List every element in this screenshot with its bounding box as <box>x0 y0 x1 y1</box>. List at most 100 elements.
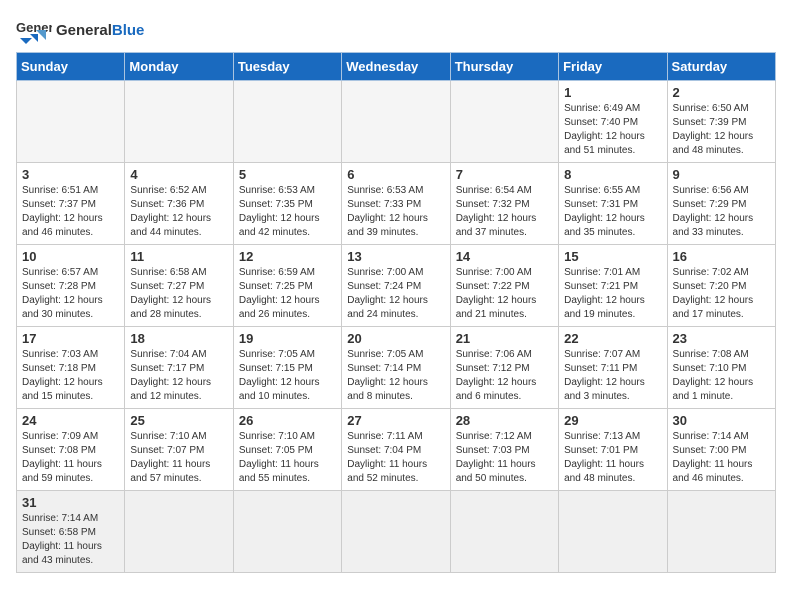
day-number: 6 <box>347 167 444 182</box>
day-cell: 2 Sunrise: 6:50 AM Sunset: 7:39 PM Daylig… <box>667 81 775 163</box>
day-number: 2 <box>673 85 770 100</box>
day-cell <box>450 491 558 573</box>
day-number: 20 <box>347 331 444 346</box>
day-number: 28 <box>456 413 553 428</box>
day-cell <box>559 491 667 573</box>
week-row-4: 17 Sunrise: 7:03 AM Sunset: 7:18 PM Dayli… <box>17 327 776 409</box>
day-info: Sunrise: 7:09 AM Sunset: 7:08 PM Dayligh… <box>22 430 119 486</box>
day-cell: 21 Sunrise: 7:06 AM Sunset: 7:12 PM Dayli… <box>450 327 558 409</box>
day-info: Sunrise: 7:05 AM Sunset: 7:15 PM Dayligh… <box>239 348 336 404</box>
day-number: 4 <box>130 167 227 182</box>
weekday-header-saturday: Saturday <box>667 53 775 81</box>
day-cell: 12 Sunrise: 6:59 AM Sunset: 7:25 PM Dayli… <box>233 245 341 327</box>
day-cell <box>125 81 233 163</box>
day-cell: 5 Sunrise: 6:53 AM Sunset: 7:35 PM Daylig… <box>233 163 341 245</box>
day-number: 11 <box>130 249 227 264</box>
weekday-header-wednesday: Wednesday <box>342 53 450 81</box>
week-row-3: 10Sunrise: 6:57 AM Sunset: 7:28 PM Dayli… <box>17 245 776 327</box>
day-number: 5 <box>239 167 336 182</box>
day-cell: 15 Sunrise: 7:01 AM Sunset: 7:21 PM Dayli… <box>559 245 667 327</box>
day-cell: 22 Sunrise: 7:07 AM Sunset: 7:11 PM Dayli… <box>559 327 667 409</box>
day-number: 3 <box>22 167 119 182</box>
day-info: Sunrise: 7:11 AM Sunset: 7:04 PM Dayligh… <box>347 430 444 486</box>
day-number: 8 <box>564 167 661 182</box>
day-number: 30 <box>673 413 770 428</box>
day-info: Sunrise: 7:12 AM Sunset: 7:03 PM Dayligh… <box>456 430 553 486</box>
day-cell: 1Sunrise: 6:49 AM Sunset: 7:40 PM Daylig… <box>559 81 667 163</box>
day-cell: 27Sunrise: 7:11 AM Sunset: 7:04 PM Dayli… <box>342 409 450 491</box>
day-cell: 16Sunrise: 7:02 AM Sunset: 7:20 PM Dayli… <box>667 245 775 327</box>
day-cell: 30Sunrise: 7:14 AM Sunset: 7:00 PM Dayli… <box>667 409 775 491</box>
day-cell: 10Sunrise: 6:57 AM Sunset: 7:28 PM Dayli… <box>17 245 125 327</box>
weekday-header-thursday: Thursday <box>450 53 558 81</box>
day-cell: 26 Sunrise: 7:10 AM Sunset: 7:05 PM Dayli… <box>233 409 341 491</box>
day-info: Sunrise: 7:06 AM Sunset: 7:12 PM Dayligh… <box>456 348 553 404</box>
day-cell: 13 Sunrise: 7:00 AM Sunset: 7:24 PM Dayli… <box>342 245 450 327</box>
day-info: Sunrise: 7:01 AM Sunset: 7:21 PM Dayligh… <box>564 266 661 322</box>
day-cell: 17 Sunrise: 7:03 AM Sunset: 7:18 PM Dayli… <box>17 327 125 409</box>
day-info: Sunrise: 6:59 AM Sunset: 7:25 PM Dayligh… <box>239 266 336 322</box>
day-cell: 23Sunrise: 7:08 AM Sunset: 7:10 PM Dayli… <box>667 327 775 409</box>
day-info: Sunrise: 6:52 AM Sunset: 7:36 PM Dayligh… <box>130 184 227 240</box>
day-info: Sunrise: 7:07 AM Sunset: 7:11 PM Dayligh… <box>564 348 661 404</box>
day-cell: 31Sunrise: 7:14 AM Sunset: 6:58 PM Dayli… <box>17 491 125 573</box>
header: General GeneralBlue <box>16 16 776 44</box>
weekday-header-monday: Monday <box>125 53 233 81</box>
day-number: 15 <box>564 249 661 264</box>
day-number: 17 <box>22 331 119 346</box>
calendar-table: SundayMondayTuesdayWednesdayThursdayFrid… <box>16 52 776 573</box>
day-info: Sunrise: 6:54 AM Sunset: 7:32 PM Dayligh… <box>456 184 553 240</box>
svg-text:General: General <box>16 20 52 35</box>
day-cell: 4 Sunrise: 6:52 AM Sunset: 7:36 PM Daylig… <box>125 163 233 245</box>
day-number: 29 <box>564 413 661 428</box>
day-info: Sunrise: 7:00 AM Sunset: 7:22 PM Dayligh… <box>456 266 553 322</box>
day-info: Sunrise: 6:51 AM Sunset: 7:37 PM Dayligh… <box>22 184 119 240</box>
day-cell: 11Sunrise: 6:58 AM Sunset: 7:27 PM Dayli… <box>125 245 233 327</box>
day-info: Sunrise: 6:53 AM Sunset: 7:33 PM Dayligh… <box>347 184 444 240</box>
day-cell <box>342 491 450 573</box>
day-cell: 9Sunrise: 6:56 AM Sunset: 7:29 PM Daylig… <box>667 163 775 245</box>
day-number: 26 <box>239 413 336 428</box>
day-cell: 18Sunrise: 7:04 AM Sunset: 7:17 PM Dayli… <box>125 327 233 409</box>
day-number: 21 <box>456 331 553 346</box>
day-cell: 3 Sunrise: 6:51 AM Sunset: 7:37 PM Daylig… <box>17 163 125 245</box>
logo-icon: General <box>16 16 52 44</box>
day-info: Sunrise: 6:57 AM Sunset: 7:28 PM Dayligh… <box>22 266 119 322</box>
logo: General GeneralBlue <box>16 16 144 44</box>
day-info: Sunrise: 7:10 AM Sunset: 7:07 PM Dayligh… <box>130 430 227 486</box>
day-number: 9 <box>673 167 770 182</box>
week-row-2: 3 Sunrise: 6:51 AM Sunset: 7:37 PM Daylig… <box>17 163 776 245</box>
day-number: 22 <box>564 331 661 346</box>
day-number: 13 <box>347 249 444 264</box>
day-number: 31 <box>22 495 119 510</box>
day-info: Sunrise: 7:02 AM Sunset: 7:20 PM Dayligh… <box>673 266 770 322</box>
weekday-header-row: SundayMondayTuesdayWednesdayThursdayFrid… <box>17 53 776 81</box>
day-cell: 24 Sunrise: 7:09 AM Sunset: 7:08 PM Dayli… <box>17 409 125 491</box>
day-cell: 14 Sunrise: 7:00 AM Sunset: 7:22 PM Dayli… <box>450 245 558 327</box>
day-info: Sunrise: 7:03 AM Sunset: 7:18 PM Dayligh… <box>22 348 119 404</box>
day-number: 24 <box>22 413 119 428</box>
day-info: Sunrise: 6:53 AM Sunset: 7:35 PM Dayligh… <box>239 184 336 240</box>
day-number: 12 <box>239 249 336 264</box>
day-cell: 28 Sunrise: 7:12 AM Sunset: 7:03 PM Dayli… <box>450 409 558 491</box>
day-number: 19 <box>239 331 336 346</box>
day-info: Sunrise: 6:55 AM Sunset: 7:31 PM Dayligh… <box>564 184 661 240</box>
logo-blue: Blue <box>112 22 145 39</box>
day-cell: 6 Sunrise: 6:53 AM Sunset: 7:33 PM Daylig… <box>342 163 450 245</box>
day-cell <box>667 491 775 573</box>
day-number: 14 <box>456 249 553 264</box>
day-info: Sunrise: 7:00 AM Sunset: 7:24 PM Dayligh… <box>347 266 444 322</box>
day-number: 25 <box>130 413 227 428</box>
day-info: Sunrise: 7:13 AM Sunset: 7:01 PM Dayligh… <box>564 430 661 486</box>
day-info: Sunrise: 7:08 AM Sunset: 7:10 PM Dayligh… <box>673 348 770 404</box>
day-cell: 7 Sunrise: 6:54 AM Sunset: 7:32 PM Daylig… <box>450 163 558 245</box>
day-info: Sunrise: 7:10 AM Sunset: 7:05 PM Dayligh… <box>239 430 336 486</box>
day-info: Sunrise: 6:50 AM Sunset: 7:39 PM Dayligh… <box>673 102 770 158</box>
week-row-1: 1Sunrise: 6:49 AM Sunset: 7:40 PM Daylig… <box>17 81 776 163</box>
week-row-6: 31Sunrise: 7:14 AM Sunset: 6:58 PM Dayli… <box>17 491 776 573</box>
weekday-header-sunday: Sunday <box>17 53 125 81</box>
day-number: 7 <box>456 167 553 182</box>
day-info: Sunrise: 7:04 AM Sunset: 7:17 PM Dayligh… <box>130 348 227 404</box>
day-cell: 29 Sunrise: 7:13 AM Sunset: 7:01 PM Dayli… <box>559 409 667 491</box>
day-cell: 20Sunrise: 7:05 AM Sunset: 7:14 PM Dayli… <box>342 327 450 409</box>
